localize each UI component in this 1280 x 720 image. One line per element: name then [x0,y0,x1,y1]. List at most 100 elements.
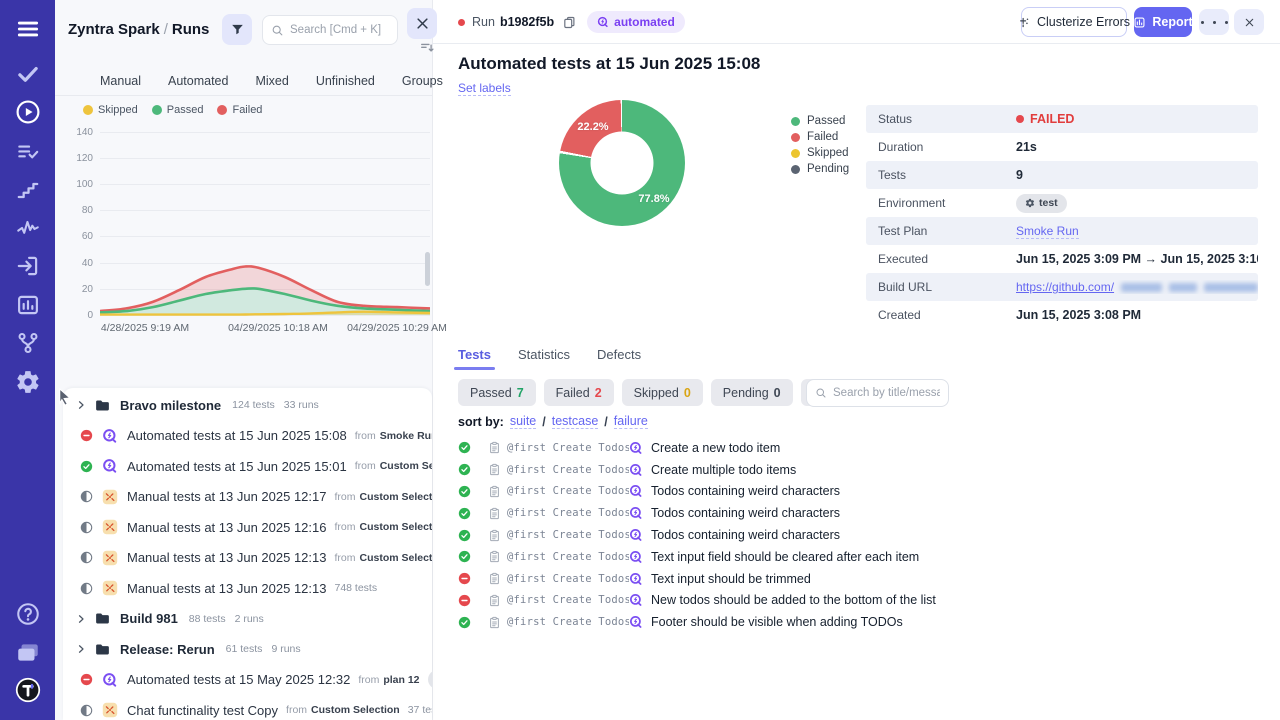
run-row[interactable]: Manual tests at 13 Jun 2025 12:13fromCus… [63,543,432,574]
test-row[interactable]: @first Create Todos…Text input should be… [458,568,1258,590]
branch-icon[interactable] [15,330,41,356]
legend-dot [791,117,800,126]
from-label: from [286,704,307,716]
donut-legend-item[interactable]: Failed [791,129,849,145]
tests-search-input[interactable] [833,387,940,399]
run-row[interactable]: Automated tests at 15 May 2025 12:32from… [63,665,432,696]
chevron-right-icon[interactable] [75,643,87,655]
sort-link-testcase[interactable]: testcase [552,414,599,429]
run-source: plan 12 [383,674,419,686]
more-actions-button[interactable] [1199,9,1229,35]
filter-chip-failed[interactable]: Failed2 [544,379,614,406]
test-row[interactable]: @first Create Todos…Todos containing wei… [458,481,1258,503]
test-passed-icon [458,463,471,476]
steps-icon[interactable] [15,177,41,203]
check-icon[interactable] [15,61,41,87]
group-runs-count: 33 runs [284,399,319,411]
activity-icon[interactable] [15,216,41,242]
legend-label: Pending [807,163,849,175]
run-group-row[interactable]: Release: Rerun61 tests9 runs [63,634,432,665]
settings-gear-icon[interactable] [15,369,41,395]
run-status-partial-icon [80,521,93,534]
left-panel-scrollbar[interactable] [425,252,430,286]
automated-badge[interactable]: automated [587,11,685,33]
help-icon[interactable] [15,601,41,627]
run-row[interactable]: Automated tests at 15 Jun 2025 15:08from… [63,421,432,452]
project-name[interactable]: Zyntra Spark [68,21,160,38]
list-check-icon[interactable] [15,139,41,165]
run-row[interactable]: Manual tests at 13 Jun 2025 12:13748 tes… [63,573,432,604]
test-row[interactable]: @first Create Todos…Create multiple todo… [458,459,1258,481]
projects-folder-icon[interactable] [15,640,41,666]
manual-run-icon [102,489,118,505]
import-icon[interactable] [15,253,41,279]
copy-icon[interactable] [562,15,577,30]
run-row[interactable]: Manual tests at 13 Jun 2025 12:16fromCus… [63,512,432,543]
clusterize-errors-button[interactable]: Clusterize Errors [1021,7,1127,37]
chevron-right-icon[interactable] [75,613,87,625]
run-type-tab-manual[interactable]: Manual [100,74,141,88]
run-type-tab-groups[interactable]: Groups [402,74,443,88]
test-row[interactable]: @first Create Todos…New todos should be … [458,590,1258,612]
donut-legend-item[interactable]: Passed [791,113,849,129]
test-suite: @first Create Todos… [507,529,629,541]
runs-play-icon[interactable] [15,99,41,125]
build-url-link[interactable]: https://github.com/ [1016,280,1114,294]
run-details-table: StatusFAILEDDuration21sTests9Environment… [866,105,1258,329]
tab-statistics[interactable]: Statistics [518,347,570,370]
set-labels-link[interactable]: Set labels [458,81,511,96]
tab-defects[interactable]: Defects [597,347,641,370]
filter-chip-skipped[interactable]: Skipped0 [622,379,703,406]
funnel-icon [230,22,245,37]
legend-item[interactable]: Passed [152,104,204,116]
run-group-row[interactable]: Build 98188 tests2 runs [63,604,432,635]
test-row[interactable]: @first Create Todos…Footer should be vis… [458,611,1258,633]
test-row[interactable]: @first Create Todos…Todos containing wei… [458,502,1258,524]
run-row[interactable]: Chat functinality test CopyfromCustom Se… [63,695,432,720]
run-type-tab-unfinished[interactable]: Unfinished [316,74,375,88]
folder-icon [94,641,111,658]
run-row[interactable]: Manual tests at 13 Jun 2025 12:17fromCus… [63,482,432,513]
run-group-row[interactable]: Bravo milestone124 tests33 runs [63,390,432,421]
close-panel-button[interactable] [407,8,437,39]
filter-chip-pending[interactable]: Pending0 [711,379,793,406]
runs-chart-legend: Skipped Passed Failed [83,104,262,116]
tests-search [806,379,949,407]
filter-button[interactable] [222,14,252,45]
run-row[interactable]: Automated tests at 15 Jun 2025 15:01from… [63,451,432,482]
automated-test-icon [629,441,643,455]
bar-chart-icon [1133,16,1146,29]
analytics-icon[interactable] [15,292,41,318]
automated-run-icon [102,672,118,688]
close-run-button[interactable] [1234,9,1264,35]
legend-item[interactable]: Skipped [83,104,138,116]
sort-mini-icon[interactable] [421,43,434,53]
run-type-tab-automated[interactable]: Automated [168,74,228,88]
report-button[interactable]: Report [1134,7,1192,37]
app-logo-icon[interactable] [15,677,41,703]
filter-chip-passed[interactable]: Passed7 [458,379,536,406]
legend-item[interactable]: Failed [217,104,262,116]
detail-label: Test Plan [866,224,1016,238]
page-title: Runs [172,21,210,38]
y-axis-tick: 80 [55,205,93,216]
tab-tests[interactable]: Tests [458,347,491,370]
menu-icon[interactable] [15,16,41,42]
test-row[interactable]: @first Create Todos…Todos containing wei… [458,524,1258,546]
detail-value: Jun 15, 2025 3:09 PM → Jun 15, 2025 3:10… [1016,252,1258,266]
environment-badge: test [1016,194,1067,213]
chevron-right-icon[interactable] [75,399,87,411]
donut-legend-item[interactable]: Skipped [791,145,849,161]
test-suite: @first Create Todos… [507,594,629,606]
left-panel-header: Zyntra Spark/Runs [55,0,432,62]
test-row[interactable]: @first Create Todos…Text input field sho… [458,546,1258,568]
test-plan-link[interactable]: Smoke Run [1016,224,1079,239]
runs-search-input[interactable] [290,24,389,36]
sort-link-suite[interactable]: suite [510,414,536,429]
test-row[interactable]: @first Create Todos…Create a new todo it… [458,437,1258,459]
sort-link-failure[interactable]: failure [614,414,648,429]
run-type-tab-mixed[interactable]: Mixed [255,74,288,88]
clipboard-icon [488,485,501,498]
run-source: Custom Selection [380,460,432,472]
donut-legend-item[interactable]: Pending [791,161,849,177]
